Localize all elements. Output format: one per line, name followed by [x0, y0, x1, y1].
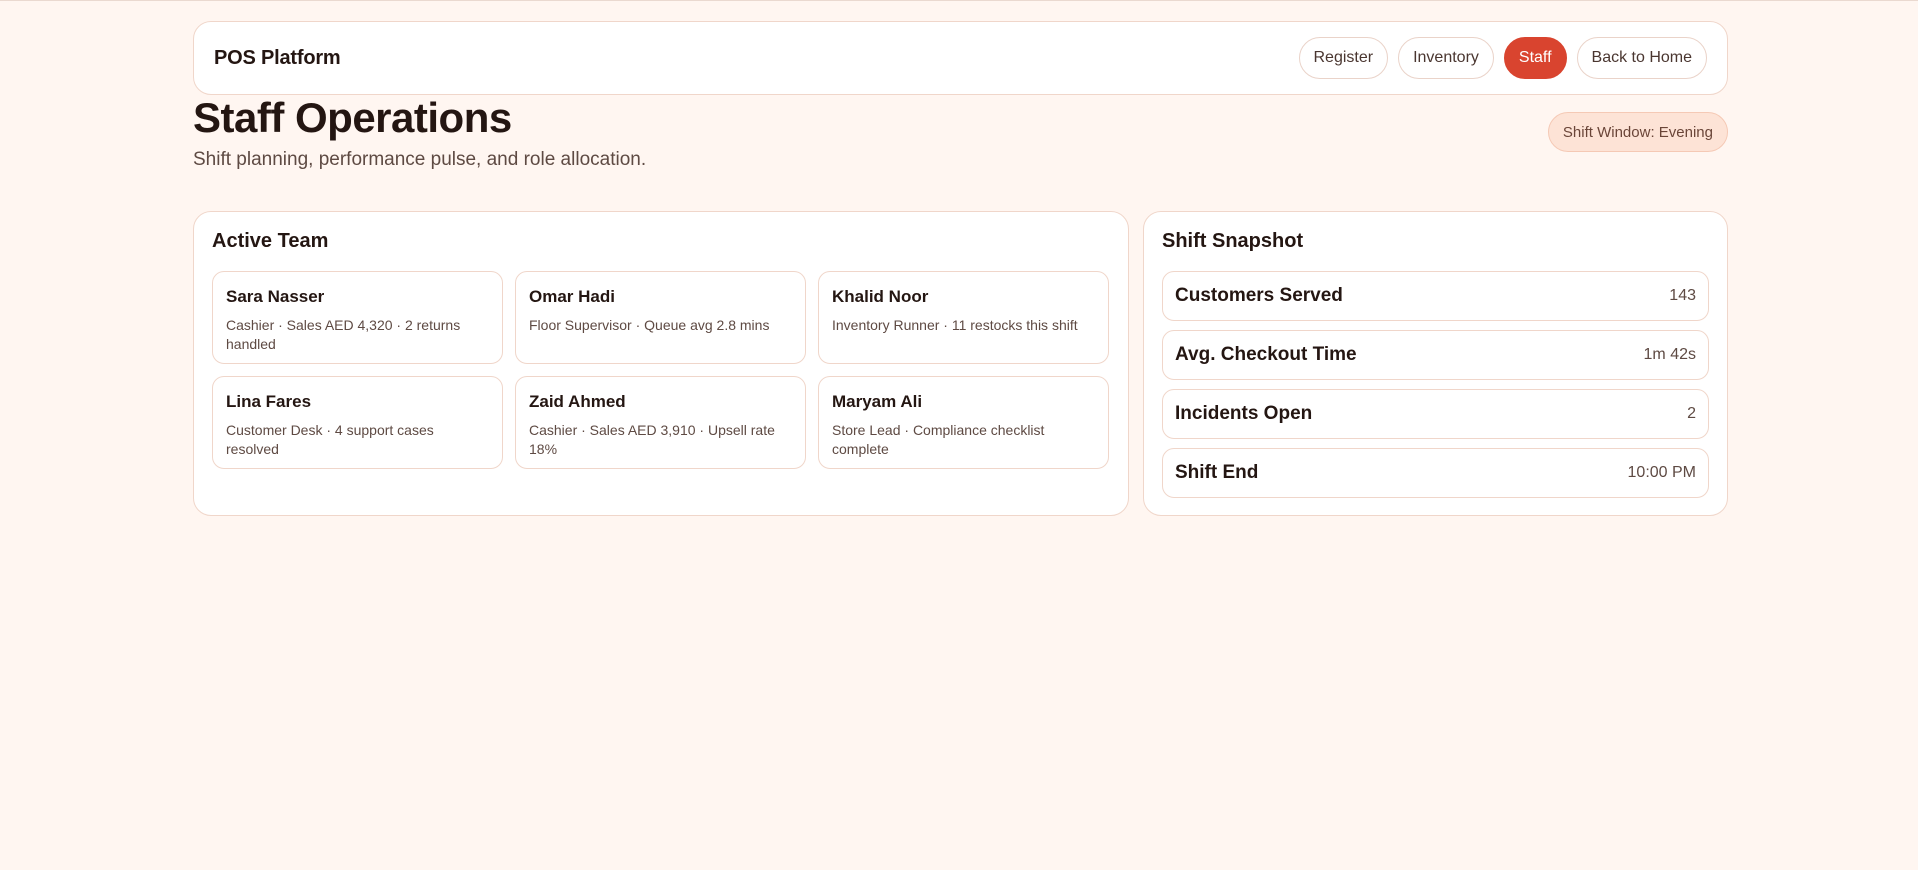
team-grid: Sara Nasser Cashier · Sales AED 4,320 · …: [212, 271, 1110, 469]
team-member-card[interactable]: Khalid Noor Inventory Runner · 11 restoc…: [818, 271, 1109, 364]
nav-staff-button[interactable]: Staff: [1503, 37, 1567, 79]
nav-back-home-button[interactable]: Back to Home: [1576, 37, 1707, 79]
shift-snapshot-panel: Shift Snapshot Customers Served 143 Avg.…: [1143, 211, 1728, 516]
stat-row-avg-checkout-time: Avg. Checkout Time 1m 42s: [1162, 330, 1709, 380]
member-name: Zaid Ahmed: [529, 392, 626, 411]
team-member-card[interactable]: Lina Fares Customer Desk · 4 support cas…: [212, 376, 503, 469]
member-name: Sara Nasser: [226, 287, 325, 306]
top-divider: [0, 0, 1918, 1]
shift-window-badge: Shift Window: Evening: [1547, 112, 1728, 152]
team-member-card[interactable]: Omar Hadi Floor Supervisor · Queue avg 2…: [515, 271, 806, 364]
stat-row-shift-end: Shift End 10:00 PM: [1162, 448, 1709, 498]
stat-value: 143: [1669, 287, 1696, 304]
page-title: Staff Operations: [193, 94, 512, 141]
shift-snapshot-title: Shift Snapshot: [1162, 230, 1304, 252]
member-name: Omar Hadi: [529, 287, 615, 306]
stat-label: Avg. Checkout Time: [1175, 344, 1357, 365]
stat-label: Incidents Open: [1175, 403, 1313, 424]
stat-label: Customers Served: [1175, 285, 1343, 306]
active-team-title: Active Team: [212, 230, 329, 252]
team-member-card[interactable]: Sara Nasser Cashier · Sales AED 4,320 · …: [212, 271, 503, 364]
active-team-panel: Active Team Sara Nasser Cashier · Sales …: [193, 211, 1129, 516]
member-name: Maryam Ali: [832, 392, 923, 411]
top-navbar: POS Platform Register Inventory Staff Ba…: [193, 21, 1728, 95]
stat-label: Shift End: [1175, 462, 1259, 483]
member-name: Khalid Noor: [832, 287, 929, 306]
team-member-card[interactable]: Zaid Ahmed Cashier · Sales AED 3,910 · U…: [515, 376, 806, 469]
member-name: Lina Fares: [226, 392, 312, 411]
page-subtitle: Shift planning, performance pulse, and r…: [193, 149, 647, 170]
content-panels: Active Team Sara Nasser Cashier · Sales …: [193, 211, 1728, 516]
brand-title: POS Platform: [214, 46, 341, 69]
team-member-card[interactable]: Maryam Ali Store Lead · Compliance check…: [818, 376, 1109, 469]
main-nav: Register Inventory Staff Back to Home: [1298, 37, 1707, 79]
member-details: Customer Desk · 4 support cases resolved: [226, 422, 434, 457]
nav-register-button[interactable]: Register: [1298, 37, 1389, 79]
member-details: Cashier · Sales AED 3,910 · Upsell rate …: [529, 422, 775, 457]
stat-value: 10:00 PM: [1627, 464, 1696, 481]
stat-row-customers-served: Customers Served 143: [1162, 271, 1709, 321]
nav-inventory-button[interactable]: Inventory: [1398, 37, 1494, 79]
stat-value: 2: [1687, 405, 1696, 422]
page-container: POS Platform Register Inventory Staff Ba…: [193, 21, 1728, 95]
stat-value: 1m 42s: [1643, 346, 1696, 363]
member-details: Inventory Runner · 11 restocks this shif…: [832, 317, 1078, 333]
stat-row-incidents-open: Incidents Open 2: [1162, 389, 1709, 439]
member-details: Store Lead · Compliance checklist comple…: [832, 422, 1045, 457]
member-details: Cashier · Sales AED 4,320 · 2 returns ha…: [226, 317, 461, 352]
member-details: Floor Supervisor · Queue avg 2.8 mins: [529, 317, 770, 333]
